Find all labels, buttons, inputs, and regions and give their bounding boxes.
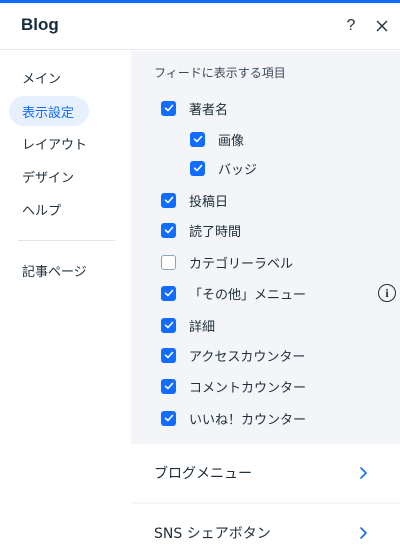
checkbox[interactable] <box>161 378 176 394</box>
checkmark-icon <box>164 321 173 329</box>
checkbox[interactable] <box>190 160 205 176</box>
checkmark-icon <box>164 104 173 112</box>
checkbox[interactable] <box>161 192 176 208</box>
option-label: 投稿日 <box>189 194 229 210</box>
option-label: 画像 <box>218 133 245 149</box>
option-like-counter[interactable]: いいね！カウンター <box>161 408 306 428</box>
sidebar-divider <box>18 240 115 241</box>
option-label: 「その他」メニュー <box>189 287 307 303</box>
option-view-counter[interactable]: アクセスカウンター <box>161 345 305 365</box>
checkbox[interactable] <box>161 317 176 333</box>
option-category-label[interactable]: カテゴリーラベル <box>161 252 293 272</box>
option-description[interactable]: 詳細 <box>161 315 215 335</box>
sidebar-item-display-settings[interactable]: 表示設定 <box>9 96 89 126</box>
checkmark-icon <box>164 382 173 390</box>
checkbox[interactable] <box>161 347 176 363</box>
option-image[interactable]: 画像 <box>190 129 244 149</box>
option-label: 著者名 <box>189 102 229 118</box>
sidebar-item-post-page[interactable]: 記事ページ <box>9 255 100 285</box>
checkbox[interactable] <box>190 131 205 147</box>
sns-share-buttons-link[interactable]: SNS シェアボタン <box>131 504 400 550</box>
chevron-right-icon <box>360 527 367 539</box>
info-icon[interactable]: i <box>378 284 396 302</box>
option-author[interactable]: 著者名 <box>161 98 228 118</box>
option-badge[interactable]: バッジ <box>190 158 257 178</box>
sidebar-item-layout[interactable]: レイアウト <box>9 128 100 158</box>
panel-title: Blog <box>21 15 59 34</box>
option-label: 詳細 <box>189 319 216 335</box>
close-button[interactable] <box>371 15 393 37</box>
option-label: バッジ <box>218 162 258 178</box>
checkbox[interactable] <box>161 410 176 426</box>
checkmark-icon <box>164 289 173 297</box>
option-more-menu[interactable]: 「その他」メニュー <box>161 283 306 303</box>
option-label: 読了時間 <box>189 224 242 240</box>
checkbox[interactable] <box>161 222 176 238</box>
option-label: アクセスカウンター <box>189 349 306 365</box>
help-button[interactable]: ? <box>340 15 362 37</box>
link-label: ブログメニュー <box>154 466 252 482</box>
option-publish-date[interactable]: 投稿日 <box>161 190 228 210</box>
settings-content: フィードに表示する項目 著者名 画像 バッジ 投稿日 読了時間 カテゴリーラベル… <box>131 51 400 550</box>
option-comment-counter[interactable]: コメントカウンター <box>161 376 306 396</box>
section-title: フィードに表示する項目 <box>154 66 286 80</box>
sidebar-item-main[interactable]: メイン <box>9 62 74 92</box>
checkmark-icon <box>164 226 173 234</box>
option-label: コメントカウンター <box>189 380 307 396</box>
option-label: いいね！カウンター <box>189 412 307 428</box>
checkmark-icon <box>164 414 173 422</box>
panel-header: Blog ? <box>0 3 400 50</box>
checkmark-icon <box>193 135 202 143</box>
option-label: カテゴリーラベル <box>189 256 294 272</box>
close-icon <box>376 20 388 32</box>
sidebar: メイン 表示設定 レイアウト デザイン ヘルプ 記事ページ <box>0 51 131 550</box>
checkbox[interactable] <box>161 100 176 116</box>
blog-menu-link[interactable]: ブログメニュー <box>131 444 400 502</box>
checkbox[interactable] <box>161 285 176 301</box>
chevron-right-icon <box>360 467 367 479</box>
option-reading-time[interactable]: 読了時間 <box>161 220 241 240</box>
sidebar-item-help[interactable]: ヘルプ <box>9 194 74 224</box>
checkbox[interactable] <box>161 254 176 270</box>
checkmark-icon <box>164 351 173 359</box>
sidebar-item-design[interactable]: デザイン <box>9 161 87 191</box>
link-label: SNS シェアボタン <box>154 526 271 542</box>
checkmark-icon <box>193 164 202 172</box>
checkmark-icon <box>164 196 173 204</box>
